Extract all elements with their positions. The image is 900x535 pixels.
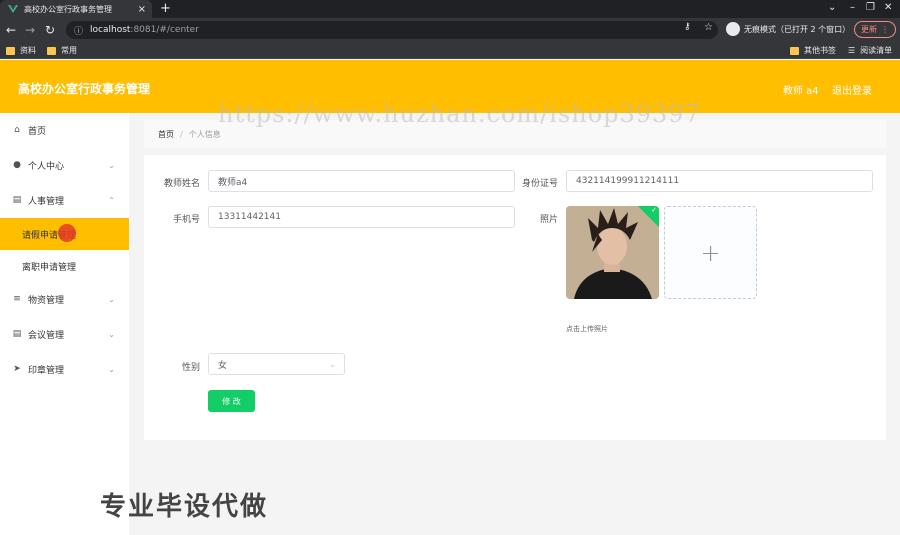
clipboard-icon: ▤ <box>12 195 22 205</box>
breadcrumb-home[interactable]: 首页 <box>158 129 174 140</box>
bookmark-label: 资料 <box>20 46 36 55</box>
reload-icon[interactable]: ↻ <box>45 23 55 37</box>
back-icon[interactable]: ← <box>6 23 16 37</box>
check-icon: ✓ <box>651 206 657 214</box>
gender-value: 女 <box>218 360 228 371</box>
reading-list-icon: ☰ <box>848 46 856 55</box>
id-card-label: 身份证号 <box>521 179 558 189</box>
sidebar-item-personnel[interactable]: ▤ 人事管理 ⌃ <box>0 183 129 217</box>
sidebar-item-home[interactable]: ⌂ 首页 <box>0 113 129 147</box>
folder-icon <box>6 46 15 55</box>
minimize-icon[interactable]: – <box>850 2 855 13</box>
address-bar-row: ← → ↻ ⓘ localhost :8081/#/center ⚷ ☆ 无痕模… <box>0 18 900 42</box>
photo-upload-button[interactable]: + <box>664 206 757 299</box>
breadcrumb-current: 个人信息 <box>188 129 221 139</box>
chevron-down-icon: ⌄ <box>108 364 115 374</box>
sidebar-item-label: 个人中心 <box>28 161 65 172</box>
info-icon[interactable]: ⓘ <box>74 24 83 37</box>
submit-button[interactable]: 修 改 <box>208 390 255 412</box>
gender-label: 性别 <box>181 363 200 373</box>
sidebar-item-seals[interactable]: ➤ 印章管理 ⌄ <box>0 352 129 386</box>
promo-text: 专业毕设代做 <box>100 492 269 522</box>
upload-tip: 点击上传照片 <box>566 325 608 333</box>
update-label: 更新 <box>861 25 877 34</box>
url-path: :8081/#/center <box>130 25 199 35</box>
chevron-down-icon: ⌄ <box>108 160 115 170</box>
chevron-down-icon: ⌄ <box>329 359 336 369</box>
update-button[interactable]: 更新 ⋮ <box>854 21 896 38</box>
url-host: localhost <box>90 25 131 35</box>
clipboard-icon: ▤ <box>12 329 22 339</box>
sidebar-item-label: 会议管理 <box>28 330 65 341</box>
phone-label: 手机号 <box>172 215 200 225</box>
teacher-name-input[interactable]: 教师a4 <box>208 170 515 192</box>
chevron-up-icon: ⌃ <box>108 195 115 205</box>
browser-tab-bar: 高校办公室行政事务管理 × + ⌄ – ❐ ✕ <box>0 0 900 18</box>
sidebar-item-label: 印章管理 <box>28 365 65 376</box>
tab-close-icon[interactable]: × <box>138 4 146 15</box>
incognito-icon <box>726 22 740 36</box>
new-tab-button[interactable]: + <box>160 1 171 16</box>
bookmarks-bar: 资料 常用 其他书签 ☰ 阅读清单 <box>0 42 900 59</box>
reading-list-label: 阅读清单 <box>860 46 893 55</box>
app-title: 高校办公室行政事务管理 <box>18 82 151 96</box>
gender-select[interactable]: 女 ⌄ <box>208 353 345 375</box>
bookmark-folder[interactable]: 资料 <box>6 45 36 56</box>
tab-title: 高校办公室行政事务管理 <box>24 4 112 14</box>
key-icon[interactable]: ⚷ <box>684 22 691 32</box>
home-icon: ⌂ <box>14 125 20 135</box>
breadcrumb-separator: / <box>180 129 183 139</box>
sidebar-item-label: 人事管理 <box>28 196 65 207</box>
vue-logo-icon <box>8 5 18 13</box>
chevron-down-icon: ⌄ <box>108 329 115 339</box>
photo-label: 照片 <box>539 215 558 225</box>
bookmark-folder[interactable]: 常用 <box>47 45 77 56</box>
phone-input[interactable]: 13311442141 <box>208 206 515 228</box>
sidebar-subitem-label: 离职申请管理 <box>22 262 77 273</box>
star-icon[interactable]: ☆ <box>704 22 713 33</box>
forward-icon[interactable]: → <box>25 23 35 37</box>
logout-link[interactable]: 退出登录 <box>832 82 872 97</box>
sidebar-item-meetings[interactable]: ▤ 会议管理 ⌄ <box>0 317 129 351</box>
teacher-name-label: 教师姓名 <box>163 179 200 189</box>
incognito-indicator[interactable]: 无痕模式（已打开 2 个窗口） <box>726 22 850 36</box>
sidebar: ⌂ 首页 ● 个人中心 ⌄ ▤ 人事管理 ⌃ 请假申请管理 离职申请管理 ≡ 物… <box>0 113 129 535</box>
sidebar-item-label: 物资管理 <box>28 295 65 306</box>
bookmark-label: 常用 <box>61 46 77 55</box>
url-field[interactable]: ⓘ localhost :8081/#/center <box>66 21 718 39</box>
id-card-input[interactable]: 432114199911214111 <box>566 170 873 192</box>
chevron-down-icon[interactable]: ⌄ <box>828 2 836 13</box>
more-icon: ⋮ <box>881 25 889 34</box>
other-bookmarks-label: 其他书签 <box>804 46 836 55</box>
send-icon: ➤ <box>13 364 21 374</box>
click-indicator <box>58 224 76 242</box>
other-bookmarks[interactable]: 其他书签 <box>790 45 836 56</box>
folder-icon <box>790 46 799 55</box>
user-icon: ● <box>13 160 21 170</box>
browser-tab[interactable]: 高校办公室行政事务管理 × <box>0 0 152 18</box>
profile-photo[interactable]: ✓ <box>566 206 659 299</box>
sidebar-item-personal-center[interactable]: ● 个人中心 ⌄ <box>0 148 129 182</box>
incognito-label: 无痕模式（已打开 2 个窗口） <box>744 24 851 34</box>
sidebar-subitem-resignation-requests[interactable]: 离职申请管理 <box>0 250 129 282</box>
current-user: 教师 a4 <box>783 86 819 97</box>
profile-form: 教师姓名 教师a4 身份证号 432114199911214111 手机号 13… <box>144 155 886 440</box>
sidebar-item-materials[interactable]: ≡ 物资管理 ⌄ <box>0 282 129 316</box>
menu-icon: ≡ <box>13 294 21 304</box>
window-close-icon[interactable]: ✕ <box>884 2 892 13</box>
folder-icon <box>47 46 56 55</box>
reading-list[interactable]: ☰ 阅读清单 <box>848 45 892 56</box>
maximize-icon[interactable]: ❐ <box>866 2 875 13</box>
chevron-down-icon: ⌄ <box>108 294 115 304</box>
profile-photo-image <box>566 206 659 299</box>
watermark: https://www.huzhan.com/ishop39397 <box>218 100 701 128</box>
plus-icon: + <box>700 238 721 267</box>
sidebar-item-label: 首页 <box>28 126 47 137</box>
